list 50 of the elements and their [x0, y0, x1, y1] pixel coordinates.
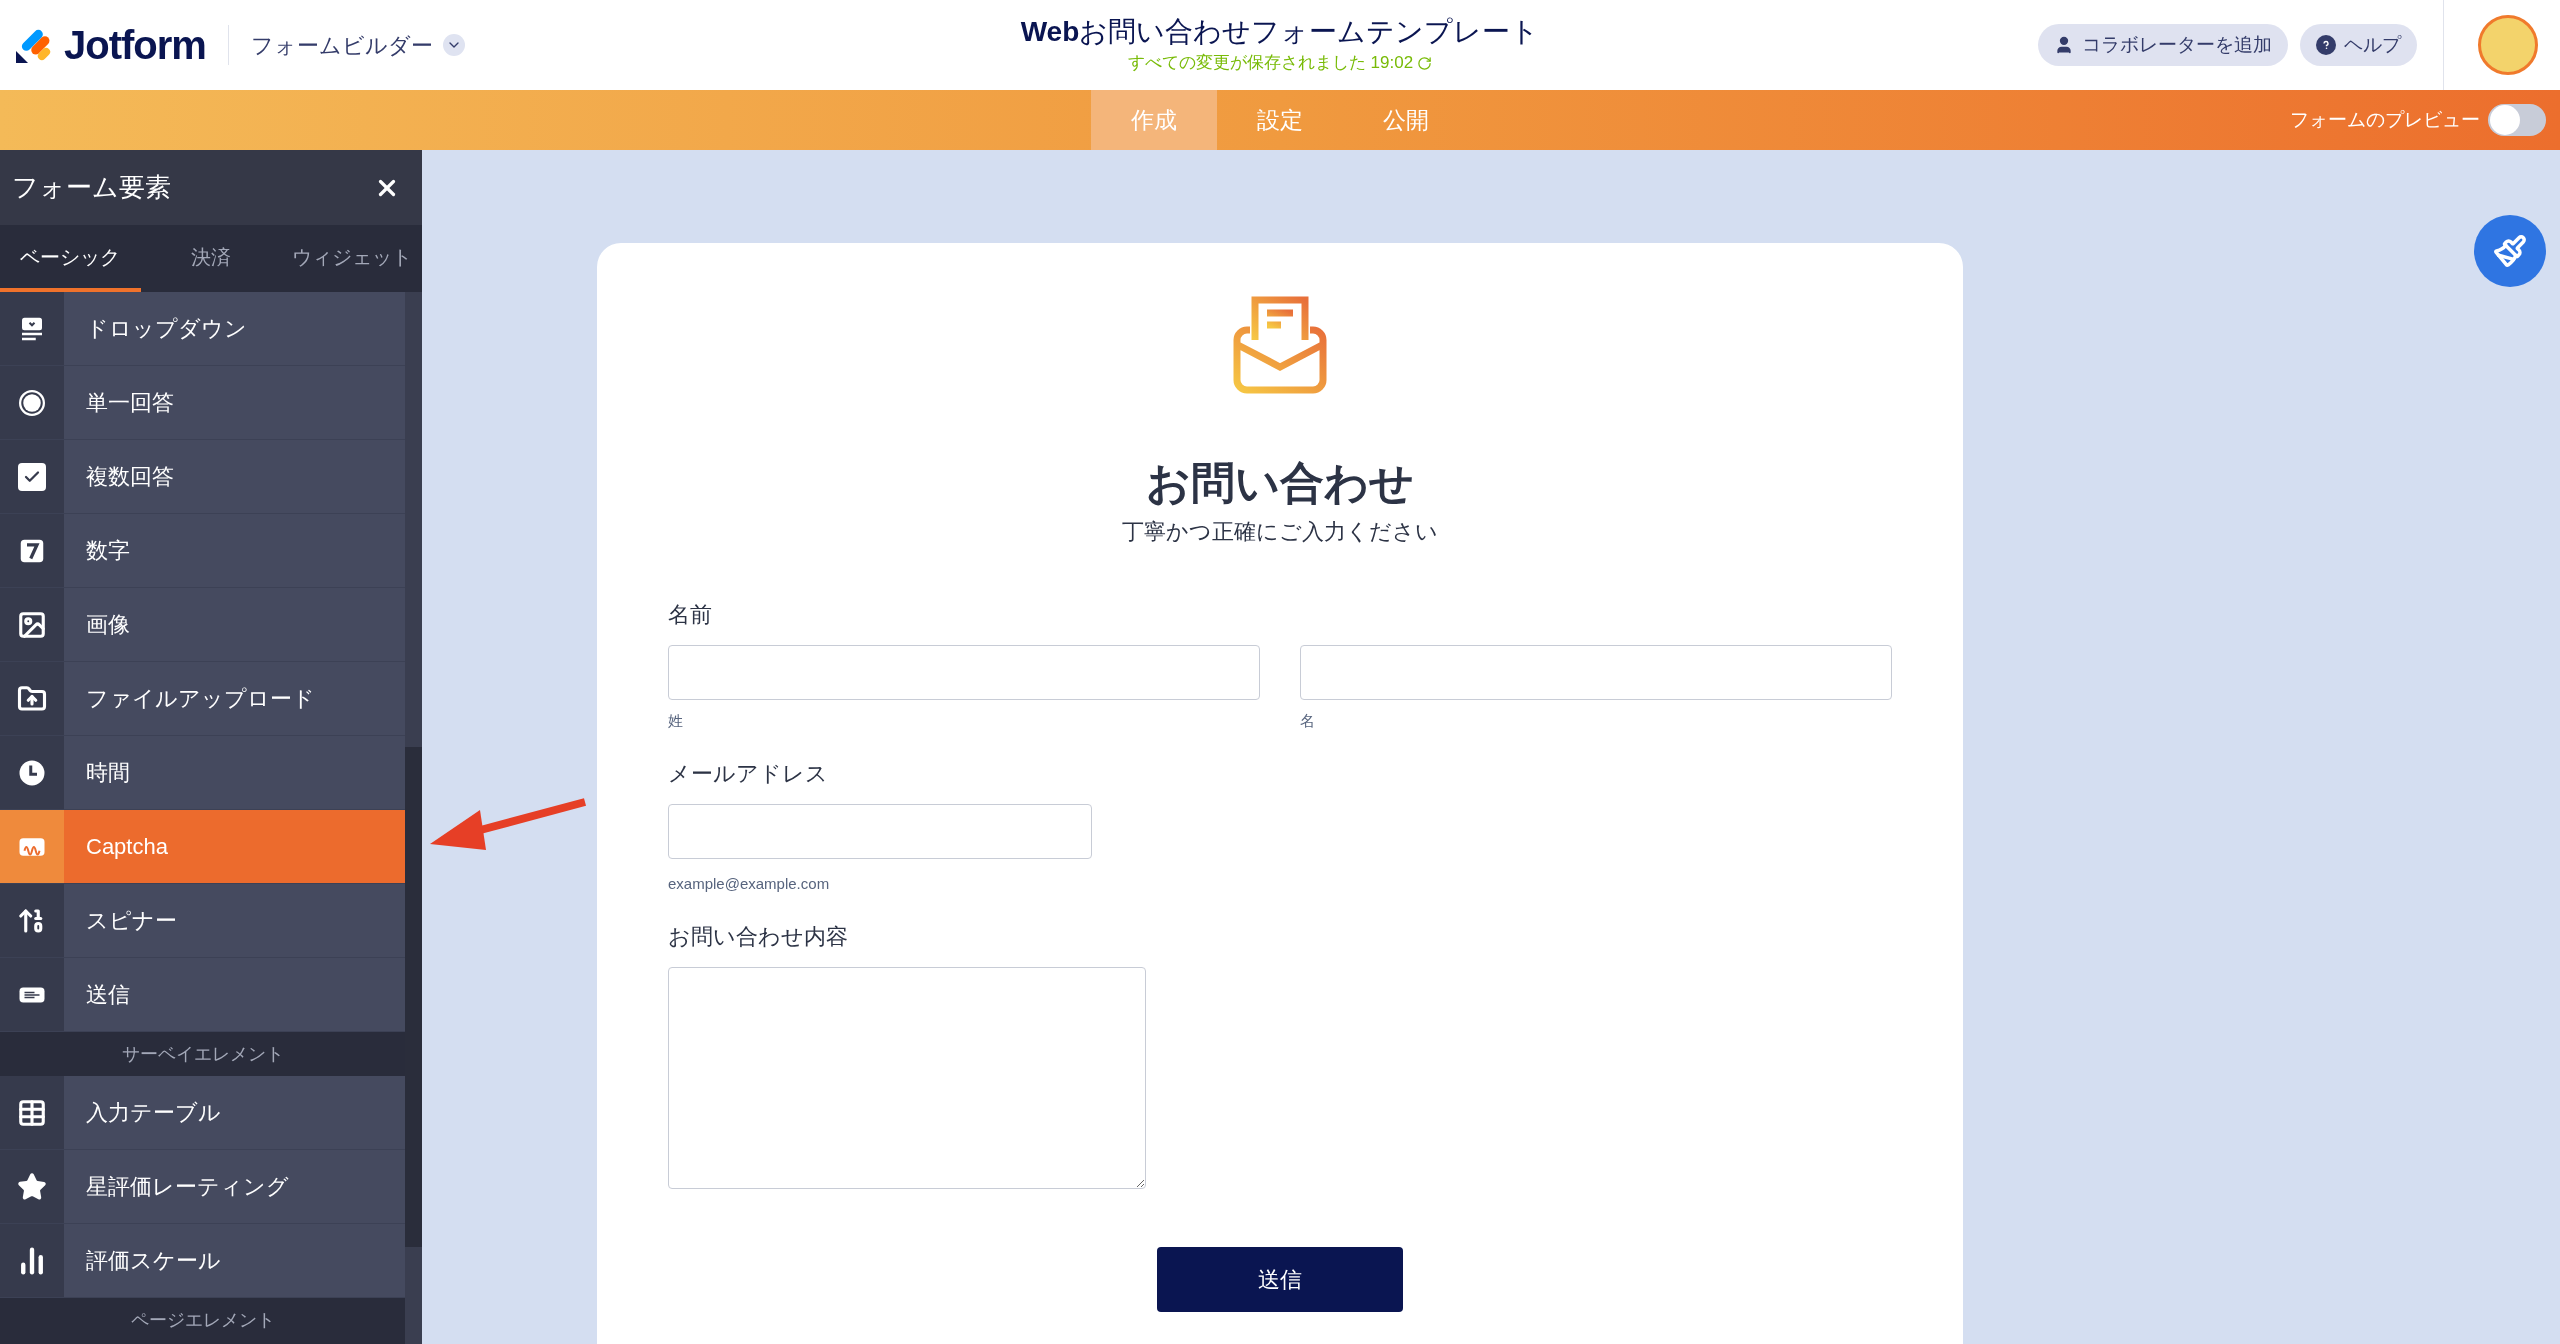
save-status: すべての変更が保存されました 19:02 — [1127, 50, 1433, 76]
radio-icon — [17, 387, 47, 418]
sublabel: 姓 — [668, 711, 683, 731]
avatar — [2478, 15, 2538, 75]
scrollbar[interactable] — [405, 292, 422, 1344]
text-input[interactable] — [668, 645, 1260, 700]
form-title: Webお問い合わせフォームテンプレート — [1020, 15, 1540, 50]
form-element-item[interactable]: 送信 — [0, 958, 405, 1032]
form-element-item[interactable]: 評価スケール — [0, 1224, 405, 1298]
form-element-item[interactable]: 数字 — [0, 514, 405, 588]
section-heading: サーベイエレメント — [121, 1042, 284, 1066]
field-label: 名前 — [668, 601, 713, 629]
form-element-item[interactable]: 複数回答 — [0, 440, 405, 514]
field-hint: example@example.com — [668, 873, 830, 894]
sidebar-tab[interactable]: ウィジェット — [281, 225, 422, 292]
add-collaborator-button[interactable]: コラボレーターを追加 — [2038, 24, 2288, 66]
form-element-item[interactable]: 単一回答 — [0, 366, 405, 440]
preview-label: フォームのプレビュー — [2290, 107, 2480, 132]
checkbox-icon — [18, 462, 46, 491]
form-element-item[interactable]: ドロップダウン — [0, 292, 405, 366]
image-icon — [17, 609, 47, 640]
preview-toggle[interactable] — [2488, 104, 2546, 136]
brush-icon — [2493, 234, 2527, 268]
message-textarea[interactable] — [668, 966, 1146, 1189]
field-label: お問い合わせ内容 — [668, 922, 849, 951]
sublabel: 名 — [1300, 711, 1315, 731]
sidebar-tab[interactable]: 決済 — [140, 225, 282, 292]
form-element-item[interactable]: 入力テーブル — [0, 1076, 405, 1150]
table-icon — [17, 1097, 47, 1128]
form-element-item[interactable]: 星評価レーティング — [0, 1150, 405, 1224]
builder-menu[interactable]: フォームビルダー — [250, 28, 465, 62]
field-label: メールアドレス — [668, 759, 829, 788]
form-element-item[interactable]: 画像 — [0, 588, 405, 662]
section-heading: ページエレメント — [130, 1308, 275, 1332]
form-subtitle: 丁寧かつ正確にご入力ください — [1121, 518, 1439, 546]
text-input[interactable] — [1300, 645, 1892, 700]
help-button[interactable]: ヘルプ — [2300, 24, 2417, 66]
form-element-item[interactable]: スピナー — [0, 884, 405, 958]
submit-button[interactable]: 送信 — [1157, 1246, 1403, 1312]
user-icon — [2054, 35, 2074, 55]
logo-text: Jotform — [64, 22, 206, 69]
star-icon — [17, 1171, 47, 1202]
sidebar-title: フォーム要素 — [12, 171, 171, 204]
form-element-item[interactable]: ファイルアップロード — [0, 662, 405, 736]
email-input[interactable] — [668, 803, 1092, 859]
refresh-icon — [1417, 55, 1433, 71]
form-element-item[interactable]: 時間 — [0, 736, 405, 810]
help-icon — [2316, 35, 2336, 55]
form-heading: お問い合わせ — [1145, 457, 1415, 509]
folder-upload-icon — [17, 683, 47, 714]
